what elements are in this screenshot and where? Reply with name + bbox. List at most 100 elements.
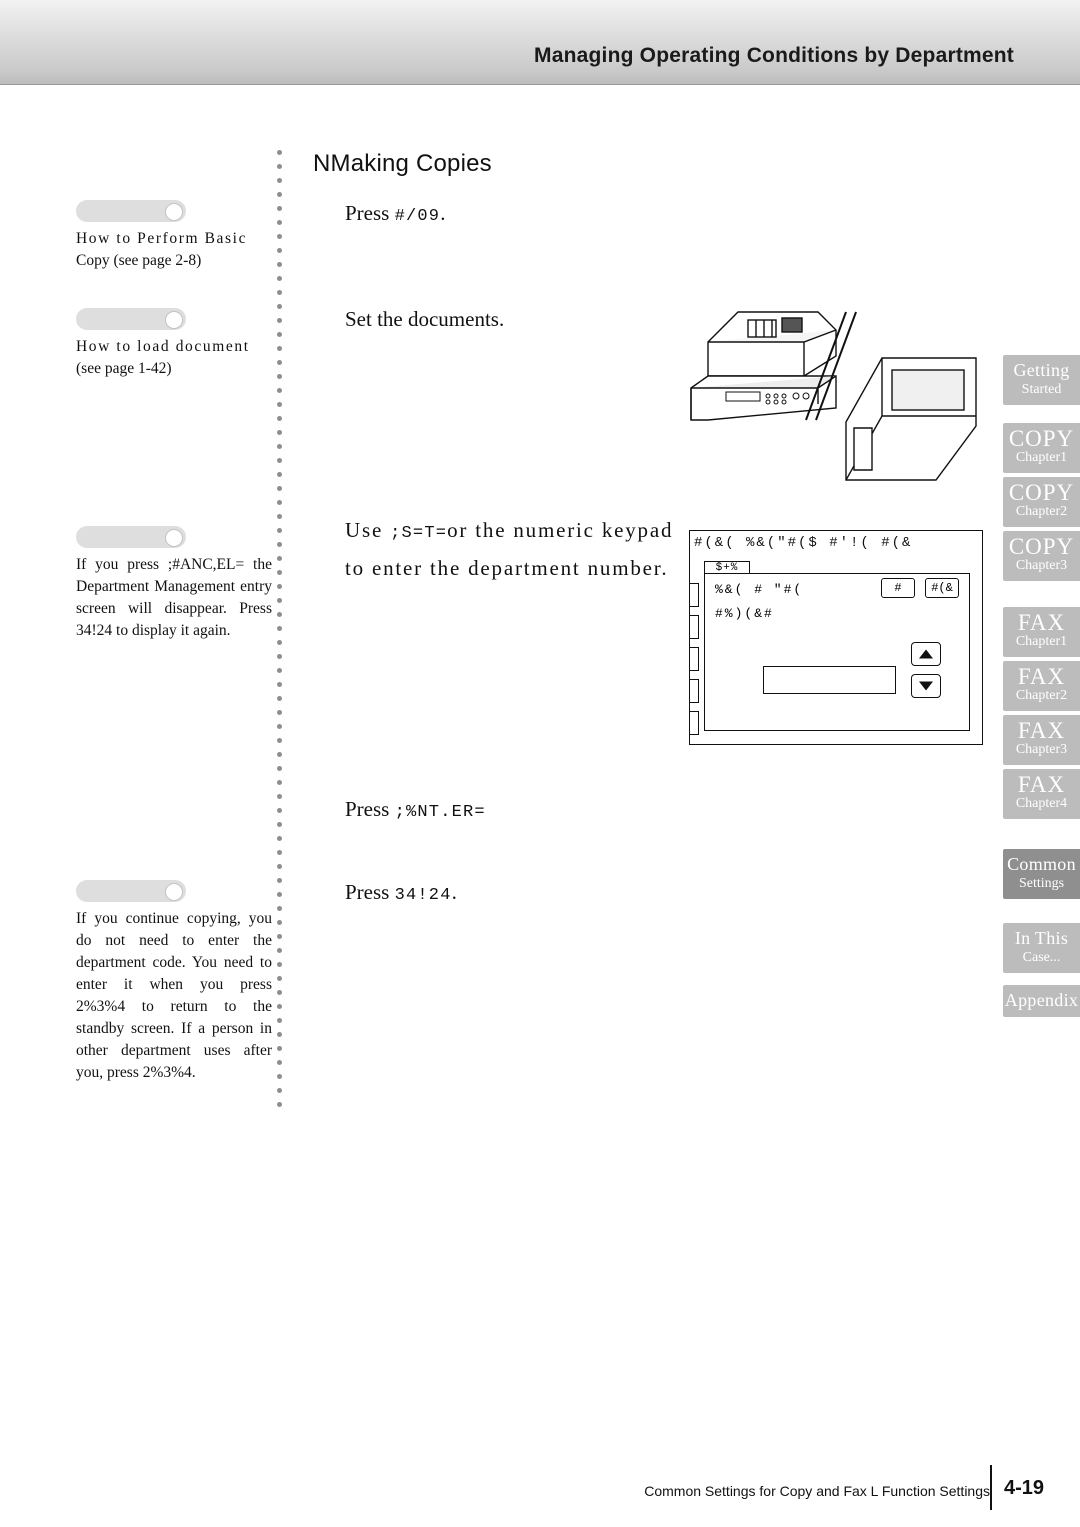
- chapter-tab-getting-started[interactable]: Getting Started: [1003, 355, 1080, 405]
- divider-dot: [277, 962, 282, 967]
- lcd-side-button-2[interactable]: [689, 615, 699, 639]
- divider-dot: [277, 1032, 282, 1037]
- chapter-tab-label: FAX: [1017, 610, 1066, 635]
- divider-dot: [277, 206, 282, 211]
- divider-dot: [277, 1046, 282, 1051]
- divider-dot: [277, 780, 282, 785]
- lcd-side-button-1[interactable]: [689, 583, 699, 607]
- divider-dot: [277, 696, 282, 701]
- divider-dot: [277, 822, 282, 827]
- chapter-tab-copy-chapter3[interactable]: COPY Chapter3: [1003, 531, 1080, 581]
- divider-dot: [277, 752, 282, 757]
- divider-dot: [277, 570, 282, 575]
- chapter-tab-fax-chapter2[interactable]: FAX Chapter2: [1003, 661, 1080, 711]
- divider-dot: [277, 486, 282, 491]
- divider-dot: [277, 430, 282, 435]
- divider-dot: [277, 1074, 282, 1079]
- step-2: Set the documents.: [345, 302, 695, 336]
- step-1-text-before: Press: [345, 201, 395, 225]
- divider-dot: [277, 402, 282, 407]
- lcd-scroll-down-button[interactable]: [911, 674, 941, 698]
- chapter-tab-label: Common: [1007, 854, 1076, 874]
- chapter-tab-fax-chapter1[interactable]: FAX Chapter1: [1003, 607, 1080, 657]
- chapter-tab-sublabel: Started: [1021, 382, 1062, 397]
- divider-dot: [277, 290, 282, 295]
- chapter-tab-label: FAX: [1017, 664, 1066, 689]
- note-marker-basic-copy: [76, 200, 186, 222]
- divider-dot: [277, 276, 282, 281]
- divider-dot: [277, 360, 282, 365]
- lcd-side-button-5[interactable]: [689, 711, 699, 735]
- divider-dot: [277, 738, 282, 743]
- lcd-scroll-up-button[interactable]: [911, 642, 941, 666]
- divider-dot: [277, 556, 282, 561]
- chapter-tab-appendix[interactable]: Appendix: [1003, 985, 1080, 1017]
- divider-dot: [277, 906, 282, 911]
- note-marker-cancel: [76, 526, 186, 548]
- divider-dot: [277, 710, 282, 715]
- chapter-tab-sublabel: Chapter3: [1015, 558, 1068, 573]
- divider-dot: [277, 850, 282, 855]
- divider-dot: [277, 654, 282, 659]
- divider-dot: [277, 948, 282, 953]
- divider-dot: [277, 262, 282, 267]
- chapter-tab-common-settings[interactable]: Common Settings: [1003, 849, 1080, 899]
- chapter-tab-rail: Getting Started COPY Chapter1 COPY Chapter2 CO…: [1003, 355, 1080, 1021]
- divider-dot: [277, 374, 282, 379]
- chapter-tab-sublabel: Chapter4: [1015, 796, 1068, 811]
- chapter-tab-sublabel: Chapter2: [1015, 504, 1068, 519]
- chapter-tab-label: COPY: [1008, 480, 1075, 505]
- copier-illustration: [686, 300, 986, 495]
- divider-dot: [277, 1004, 282, 1009]
- lcd-side-button-4[interactable]: [689, 679, 699, 703]
- step-4-code: ;%NT.ER=: [394, 803, 486, 822]
- divider-dot: [277, 178, 282, 183]
- lcd-button-2[interactable]: #(&: [925, 578, 959, 598]
- lcd-entry-field[interactable]: [763, 666, 896, 694]
- divider-dot: [277, 318, 282, 323]
- note-basic-copy-line2: Copy (see page 2-8): [76, 252, 202, 269]
- step-5: Press 34!24.: [345, 875, 695, 913]
- dotted-divider: [277, 150, 283, 1110]
- chapter-tab-sublabel: Chapter1: [1015, 450, 1068, 465]
- chapter-tab-sublabel: Chapter1: [1015, 634, 1068, 649]
- divider-dot: [277, 864, 282, 869]
- lcd-screen-illustration: #(&( %&("#($ #'!( #(& $+% %&( # "#( #%)(…: [689, 530, 983, 745]
- footer-caption: Common Settings for Copy and Fax L Funct…: [644, 1483, 990, 1499]
- divider-dot: [277, 458, 282, 463]
- divider-dot: [277, 528, 282, 533]
- divider-dot: [277, 990, 282, 995]
- footer-divider: [990, 1465, 992, 1510]
- divider-dot: [277, 346, 282, 351]
- divider-dot: [277, 444, 282, 449]
- step-3-code: ;S=T=: [390, 524, 448, 543]
- lcd-top-line: #(&( %&("#($ #'!( #(&: [694, 535, 913, 551]
- divider-dot: [277, 836, 282, 841]
- chapter-tab-fax-chapter3[interactable]: FAX Chapter3: [1003, 715, 1080, 765]
- chapter-tab-label: FAX: [1017, 772, 1066, 797]
- chapter-tab-sublabel: Settings: [1018, 876, 1065, 891]
- chapter-tab-sublabel: Case...: [1022, 950, 1061, 965]
- chapter-tab-label: COPY: [1008, 426, 1075, 451]
- lcd-row-1: %&( # "#(: [715, 582, 804, 597]
- step-5-code: 34!24: [394, 886, 452, 905]
- chapter-tab-sublabel: Chapter3: [1015, 742, 1068, 757]
- step-1-code: #/09: [394, 207, 441, 226]
- divider-dot: [277, 150, 282, 155]
- step-3-text-before: Use: [345, 518, 391, 542]
- chapter-tab-fax-chapter4[interactable]: FAX Chapter4: [1003, 769, 1080, 819]
- divider-dot: [277, 892, 282, 897]
- divider-dot: [277, 626, 282, 631]
- divider-dot: [277, 976, 282, 981]
- chapter-tab-copy-chapter1[interactable]: COPY Chapter1: [1003, 423, 1080, 473]
- divider-dot: [277, 794, 282, 799]
- chapter-tab-copy-chapter2[interactable]: COPY Chapter2: [1003, 477, 1080, 527]
- chapter-tab-in-this-case-[interactable]: In This Case...: [1003, 923, 1080, 973]
- divider-dot: [277, 472, 282, 477]
- lcd-button-1[interactable]: #: [881, 578, 915, 598]
- lcd-side-button-3[interactable]: [689, 647, 699, 671]
- divider-dot: [277, 234, 282, 239]
- divider-dot: [277, 416, 282, 421]
- divider-dot: [277, 1060, 282, 1065]
- step-2-text: Set the documents.: [345, 307, 505, 331]
